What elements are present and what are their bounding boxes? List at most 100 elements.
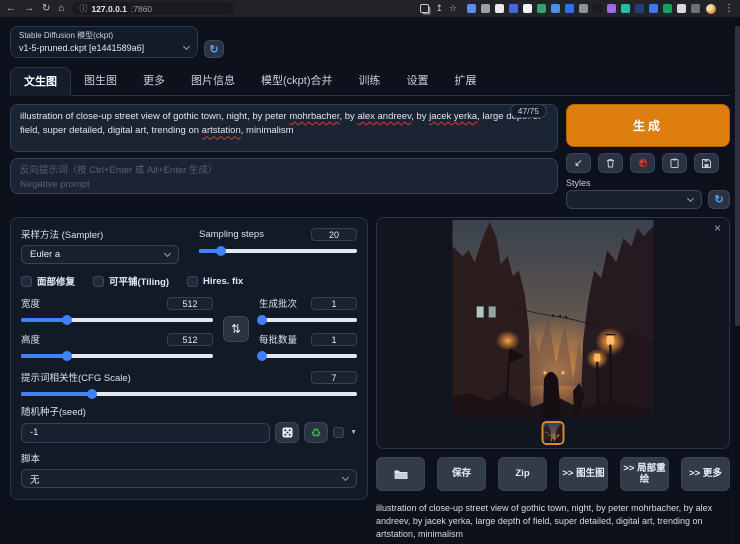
swap-icon: ⇅	[230, 322, 242, 336]
batch-count-value-input[interactable]: 1	[311, 296, 357, 310]
prompt-input[interactable]: 47/75 illustration of close-up street vi…	[10, 104, 558, 152]
save-image-button[interactable]: 保存	[437, 457, 486, 491]
cfg-scale-slider[interactable]	[21, 389, 357, 399]
tab-extras[interactable]: 更多	[130, 67, 178, 95]
batch-count-slider[interactable]	[256, 315, 357, 325]
send-to-img2img-button[interactable]: >> 图生图	[559, 457, 608, 491]
script-dropdown[interactable]: 无	[21, 469, 357, 488]
copy-style-button[interactable]	[662, 153, 687, 173]
open-folder-button[interactable]	[376, 457, 425, 491]
extension-icon[interactable]	[565, 4, 574, 13]
clear-prompt-button[interactable]	[598, 153, 623, 173]
site-info-icon[interactable]: ⓘ	[79, 3, 87, 14]
extension-icon[interactable]	[579, 4, 588, 13]
address-bar[interactable]: ⓘ 127.0.0.1:7860	[72, 2, 235, 15]
extension-icon[interactable]	[481, 4, 490, 13]
tiling-checkbox[interactable]	[93, 275, 105, 287]
send-to-extras-button[interactable]: >> 更多	[681, 457, 730, 491]
extension-icon[interactable]	[537, 4, 546, 13]
tab-train[interactable]: 训练	[346, 67, 394, 95]
batch-size-slider[interactable]	[256, 351, 357, 361]
extension-icon[interactable]	[509, 4, 518, 13]
tab-txt2img[interactable]: 文生图	[10, 67, 71, 96]
generated-image[interactable]	[452, 220, 654, 418]
extension-icon[interactable]	[495, 4, 504, 13]
extension-icon[interactable]	[593, 4, 602, 13]
refresh-checkpoints-button[interactable]: ↻	[204, 40, 224, 58]
styles-dropdown[interactable]	[566, 190, 702, 209]
reload-icon[interactable]: ↻	[42, 0, 50, 17]
batch-size-value-input[interactable]: 1	[311, 332, 357, 346]
extension-icon[interactable]	[467, 4, 476, 13]
scrollbar-thumb[interactable]	[735, 26, 740, 326]
tab-checkpoint-merger[interactable]: 模型(ckpt)合并	[248, 67, 346, 95]
clipboard-icon	[670, 158, 679, 168]
random-seed-button[interactable]	[275, 422, 300, 443]
profile-avatar[interactable]	[706, 3, 716, 14]
slider-handle[interactable]	[62, 315, 73, 325]
extension-icon[interactable]	[663, 4, 672, 13]
width-slider[interactable]	[21, 315, 213, 325]
height-value-input[interactable]: 512	[167, 332, 213, 346]
seed-input[interactable]: -1	[21, 422, 271, 443]
cfg-scale-value-input[interactable]: 7	[311, 370, 357, 384]
extension-icon[interactable]	[677, 4, 686, 13]
info-prompt-text: illustration of close-up street view of …	[376, 503, 713, 540]
restore-faces-checkbox[interactable]	[21, 275, 32, 287]
extension-icon[interactable]	[621, 4, 630, 13]
height-slider[interactable]	[21, 351, 213, 361]
slider-handle[interactable]	[216, 246, 227, 256]
reuse-seed-button[interactable]: ♻	[304, 422, 329, 443]
extension-icon[interactable]	[691, 4, 700, 13]
style-apply-button[interactable]	[630, 153, 655, 173]
slider-handle[interactable]	[62, 351, 73, 361]
share-icon[interactable]: ↥	[435, 3, 443, 14]
home-icon[interactable]: ⌂	[58, 0, 64, 17]
extra-seed-checkbox[interactable]	[333, 427, 345, 438]
close-icon[interactable]: ×	[714, 221, 721, 235]
script-value: 无	[30, 474, 40, 486]
negative-prompt-input[interactable]: 反向提示词（按 Ctrl+Enter 或 Alt+Enter 生成） Negat…	[10, 158, 558, 194]
back-icon[interactable]: ←	[6, 0, 16, 17]
page-scrollbar[interactable]	[735, 18, 740, 544]
dice-icon	[282, 427, 293, 438]
thumbnail-image	[543, 423, 563, 443]
swap-width-height-button[interactable]: ⇅	[223, 316, 249, 342]
steps-value-input[interactable]: 20	[311, 227, 357, 241]
output-actions: 保存 Zip >> 图生图 >> 局部重绘 >> 更多	[376, 457, 730, 491]
caret-down-icon[interactable]: ▼	[350, 429, 357, 436]
tab-settings[interactable]: 设置	[394, 67, 442, 95]
tab-png-info[interactable]: 图片信息	[178, 67, 248, 95]
slider-handle[interactable]	[256, 315, 267, 325]
forward-icon[interactable]: →	[24, 0, 34, 17]
gallery-thumbnail[interactable]	[541, 421, 565, 445]
translate-icon[interactable]	[420, 4, 430, 13]
recycle-icon: ♻	[310, 425, 322, 440]
model-checkpoint-select[interactable]: Stable Diffusion 模型(ckpt) v1-5-pruned.ck…	[10, 26, 198, 58]
width-value-input[interactable]: 512	[167, 296, 213, 310]
extension-icon[interactable]	[649, 4, 658, 13]
save-icon	[702, 158, 711, 168]
steps-slider[interactable]	[199, 246, 357, 256]
zip-button[interactable]: Zip	[498, 457, 547, 491]
extension-icon[interactable]	[607, 4, 616, 13]
tab-extensions[interactable]: 扩展	[442, 67, 490, 95]
extension-icon[interactable]	[523, 4, 532, 13]
slider-handle[interactable]	[86, 389, 97, 399]
sampler-dropdown[interactable]: Euler a	[21, 245, 179, 264]
hires-fix-checkbox[interactable]	[187, 275, 198, 287]
webui-page: Stable Diffusion 模型(ckpt) v1-5-pruned.ck…	[0, 18, 740, 544]
tab-img2img[interactable]: 图生图	[71, 67, 130, 95]
browser-menu-icon[interactable]: ⋮	[724, 3, 734, 14]
send-to-inpaint-button[interactable]: >> 局部重绘	[620, 457, 669, 491]
save-style-button[interactable]	[694, 153, 719, 173]
slider-handle[interactable]	[256, 351, 267, 361]
generate-button[interactable]: 生成	[566, 104, 730, 147]
bookmark-star-icon[interactable]: ☆	[449, 3, 457, 14]
refresh-styles-button[interactable]: ↻	[708, 190, 730, 209]
paste-params-button[interactable]: ↙	[566, 153, 591, 173]
refresh-icon: ↻	[209, 43, 219, 56]
prompt-fragment: illustration of close-up street view of …	[20, 111, 290, 122]
extension-icon[interactable]	[551, 4, 560, 13]
extension-icon[interactable]	[635, 4, 644, 13]
